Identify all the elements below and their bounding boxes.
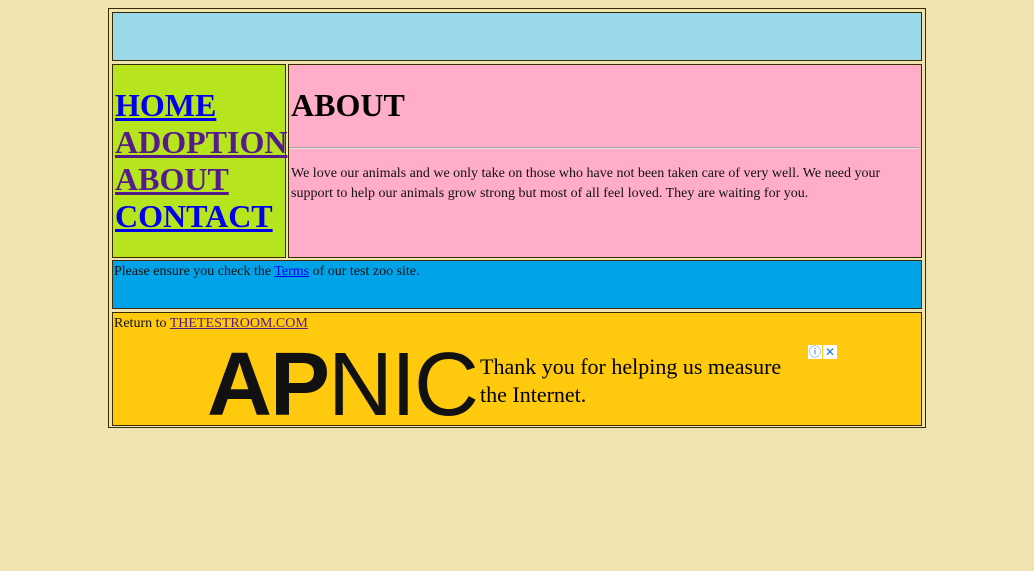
terms-prefix: Please ensure you check the bbox=[114, 264, 275, 279]
nav-link-adoption[interactable]: ADOPTION bbox=[113, 124, 287, 161]
terms-text: Please ensure you check the Terms of our… bbox=[113, 261, 921, 281]
page-title: ABOUT bbox=[291, 87, 405, 123]
terms-notice: Please ensure you check the Terms of our… bbox=[112, 260, 922, 309]
divider bbox=[289, 147, 919, 149]
main-content: ABOUT We love our animals and we only ta… bbox=[288, 64, 922, 258]
terms-suffix: of our test zoo site. bbox=[309, 264, 420, 279]
apnic-logo: APNIC bbox=[207, 335, 479, 435]
ad-banner[interactable]: APNIC Thank you for helping us measure t… bbox=[207, 340, 843, 430]
info-icon[interactable]: ⓘ bbox=[808, 345, 822, 359]
ad-tagline: Thank you for helping us measure the Int… bbox=[480, 354, 782, 407]
return-text: Return to THETESTROOM.COM bbox=[113, 313, 921, 333]
header-banner bbox=[112, 12, 922, 61]
terms-link[interactable]: Terms bbox=[274, 264, 309, 279]
return-link[interactable]: THETESTROOM.COM bbox=[170, 316, 308, 331]
nav-link-about[interactable]: ABOUT bbox=[113, 161, 285, 198]
footer: Return to THETESTROOM.COM APNIC Thank yo… bbox=[112, 312, 922, 430]
close-icon[interactable]: ✕ bbox=[823, 345, 837, 359]
return-prefix: Return to bbox=[114, 316, 170, 331]
about-text: We love our animals and we only take on … bbox=[291, 166, 881, 201]
nav-link-contact[interactable]: CONTACT bbox=[113, 198, 285, 235]
sidebar-nav: HOME ADOPTION ABOUT CONTACT bbox=[112, 64, 287, 258]
nav-link-home[interactable]: HOME bbox=[113, 87, 285, 124]
page-layout-table: HOME ADOPTION ABOUT CONTACT ABOUT We lov… bbox=[108, 8, 926, 430]
